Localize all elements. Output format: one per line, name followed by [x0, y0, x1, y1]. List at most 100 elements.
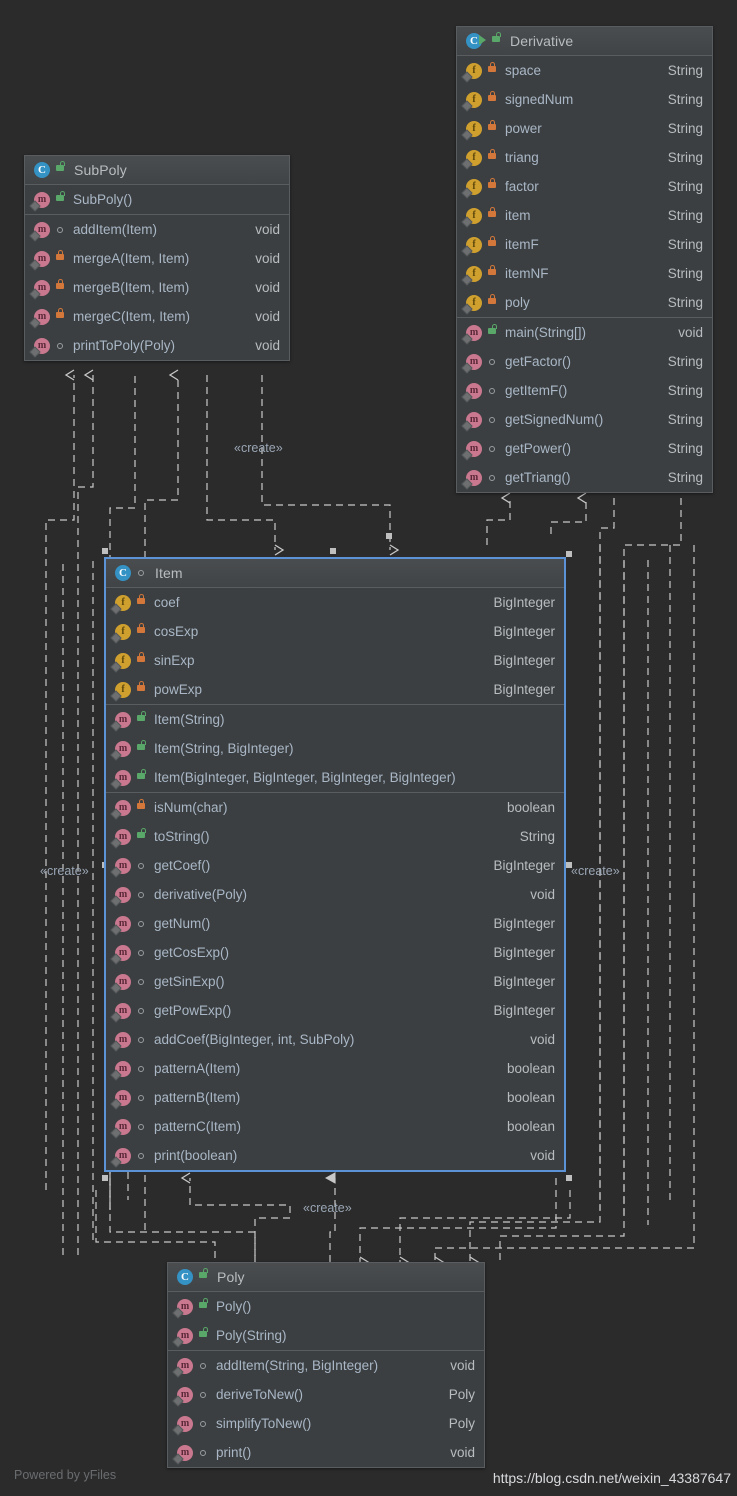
uml-class-derivative[interactable]: C Derivative f space String f signedNum … [456, 26, 713, 493]
field-icon: f [466, 62, 482, 79]
member-row[interactable]: m getNum() BigInteger [106, 909, 564, 938]
member-name: sinExp [154, 653, 195, 668]
member-row[interactable]: f factor String [457, 172, 712, 201]
member-row[interactable]: m addItem(String, BigInteger) void [168, 1351, 484, 1380]
method-icon: m [115, 915, 131, 932]
member-row[interactable]: m main(String[]) void [457, 318, 712, 347]
method-icon: m [466, 440, 482, 457]
member-row[interactable]: m getTriang() String [457, 463, 712, 492]
member-row[interactable]: f cosExp BigInteger [106, 617, 564, 646]
member-type: void [255, 309, 280, 324]
member-row[interactable]: m isNum(char) boolean [106, 793, 564, 822]
member-name: factor [505, 179, 539, 194]
member-row[interactable]: m Item(String) [106, 705, 564, 734]
member-row[interactable]: m SubPoly() [25, 185, 289, 214]
member-row[interactable]: m addCoef(BigInteger, int, SubPoly) void [106, 1025, 564, 1054]
method-icon: m [34, 191, 50, 208]
member-row[interactable]: m addItem(Item) void [25, 215, 289, 244]
member-row[interactable]: f poly String [457, 288, 712, 317]
member-row[interactable]: m getCoef() BigInteger [106, 851, 564, 880]
field-icon: f [115, 681, 131, 698]
member-row[interactable]: m getCosExp() BigInteger [106, 938, 564, 967]
member-row[interactable]: m Poly() [168, 1292, 484, 1321]
method-icon: m [115, 944, 131, 961]
member-row[interactable]: f item String [457, 201, 712, 230]
visibility-private-icon [487, 235, 499, 253]
class-header-item[interactable]: C Item [106, 559, 564, 588]
method-icon: m [466, 411, 482, 428]
class-icon: C [115, 565, 131, 581]
uml-class-subpoly[interactable]: C SubPoly m SubPoly() m addItem(Item) vo… [24, 155, 290, 361]
method-icon: m [466, 469, 482, 486]
section-methods: m addItem(String, BigInteger) void m der… [168, 1351, 484, 1467]
visibility-private-icon [487, 177, 499, 195]
member-name: getItemF() [505, 383, 568, 398]
member-type: void [530, 887, 555, 902]
edge-port [102, 1175, 108, 1181]
visibility-package-icon [198, 1387, 210, 1403]
method-icon: m [34, 279, 50, 296]
member-row[interactable]: f signedNum String [457, 85, 712, 114]
class-header-subpoly[interactable]: C SubPoly [25, 156, 289, 185]
class-header-derivative[interactable]: C Derivative [457, 27, 712, 56]
member-name: isNum(char) [154, 800, 228, 815]
member-row[interactable]: m print() void [168, 1438, 484, 1467]
visibility-package-icon [136, 565, 148, 581]
member-row[interactable]: f itemNF String [457, 259, 712, 288]
member-name: item [505, 208, 531, 223]
member-type: boolean [506, 1061, 555, 1076]
method-icon: m [34, 250, 50, 267]
member-row[interactable]: m simplifyToNew() Poly [168, 1409, 484, 1438]
member-name: getTriang() [505, 470, 571, 485]
member-name: mergeC(Item, Item) [73, 309, 191, 324]
member-row[interactable]: m toString() String [106, 822, 564, 851]
member-row[interactable]: m getPower() String [457, 434, 712, 463]
visibility-package-icon [198, 1358, 210, 1374]
class-header-poly[interactable]: C Poly [168, 1263, 484, 1292]
member-type: String [667, 150, 703, 165]
method-icon: m [466, 353, 482, 370]
visibility-package-icon [487, 470, 499, 486]
member-row[interactable]: m mergeC(Item, Item) void [25, 302, 289, 331]
member-name: patternA(Item) [154, 1061, 241, 1076]
member-row[interactable]: f space String [457, 56, 712, 85]
member-row[interactable]: f sinExp BigInteger [106, 646, 564, 675]
member-type: String [667, 92, 703, 107]
method-icon: m [466, 324, 482, 341]
member-row[interactable]: m Item(String, BigInteger) [106, 734, 564, 763]
member-row[interactable]: m getFactor() String [457, 347, 712, 376]
member-row[interactable]: m printToPoly(Poly) void [25, 331, 289, 360]
member-row[interactable]: f itemF String [457, 230, 712, 259]
uml-class-poly[interactable]: C Poly m Poly() m Poly(String) m addItem… [167, 1262, 485, 1468]
member-row[interactable]: m getSignedNum() String [457, 405, 712, 434]
member-row[interactable]: m getSinExp() BigInteger [106, 967, 564, 996]
member-row[interactable]: f triang String [457, 143, 712, 172]
member-row[interactable]: m mergeB(Item, Item) void [25, 273, 289, 302]
member-type: void [255, 222, 280, 237]
member-type: BigInteger [493, 858, 555, 873]
method-icon: m [115, 886, 131, 903]
member-row[interactable]: m patternB(Item) boolean [106, 1083, 564, 1112]
visibility-private-icon [136, 798, 148, 816]
member-row[interactable]: m patternA(Item) boolean [106, 1054, 564, 1083]
member-name: toString() [154, 829, 210, 844]
member-row[interactable]: m derivative(Poly) void [106, 880, 564, 909]
member-type: String [667, 63, 703, 78]
class-icon: C [34, 162, 50, 178]
member-row[interactable]: f powExp BigInteger [106, 675, 564, 704]
edge-port [330, 548, 336, 554]
member-row[interactable]: m getPowExp() BigInteger [106, 996, 564, 1025]
member-row[interactable]: m Item(BigInteger, BigInteger, BigIntege… [106, 763, 564, 792]
visibility-public-icon [136, 827, 148, 845]
member-row[interactable]: m deriveToNew() Poly [168, 1380, 484, 1409]
uml-class-item[interactable]: C Item f coef BigInteger f cosExp BigInt… [105, 558, 565, 1171]
member-row[interactable]: m Poly(String) [168, 1321, 484, 1350]
member-row[interactable]: f coef BigInteger [106, 588, 564, 617]
member-row[interactable]: m patternC(Item) boolean [106, 1112, 564, 1141]
member-row[interactable]: m print(boolean) void [106, 1141, 564, 1170]
member-type: String [667, 441, 703, 456]
member-row[interactable]: f power String [457, 114, 712, 143]
member-row[interactable]: m getItemF() String [457, 376, 712, 405]
member-row[interactable]: m mergeA(Item, Item) void [25, 244, 289, 273]
powered-by-label: Powered by yFiles [14, 1468, 117, 1482]
